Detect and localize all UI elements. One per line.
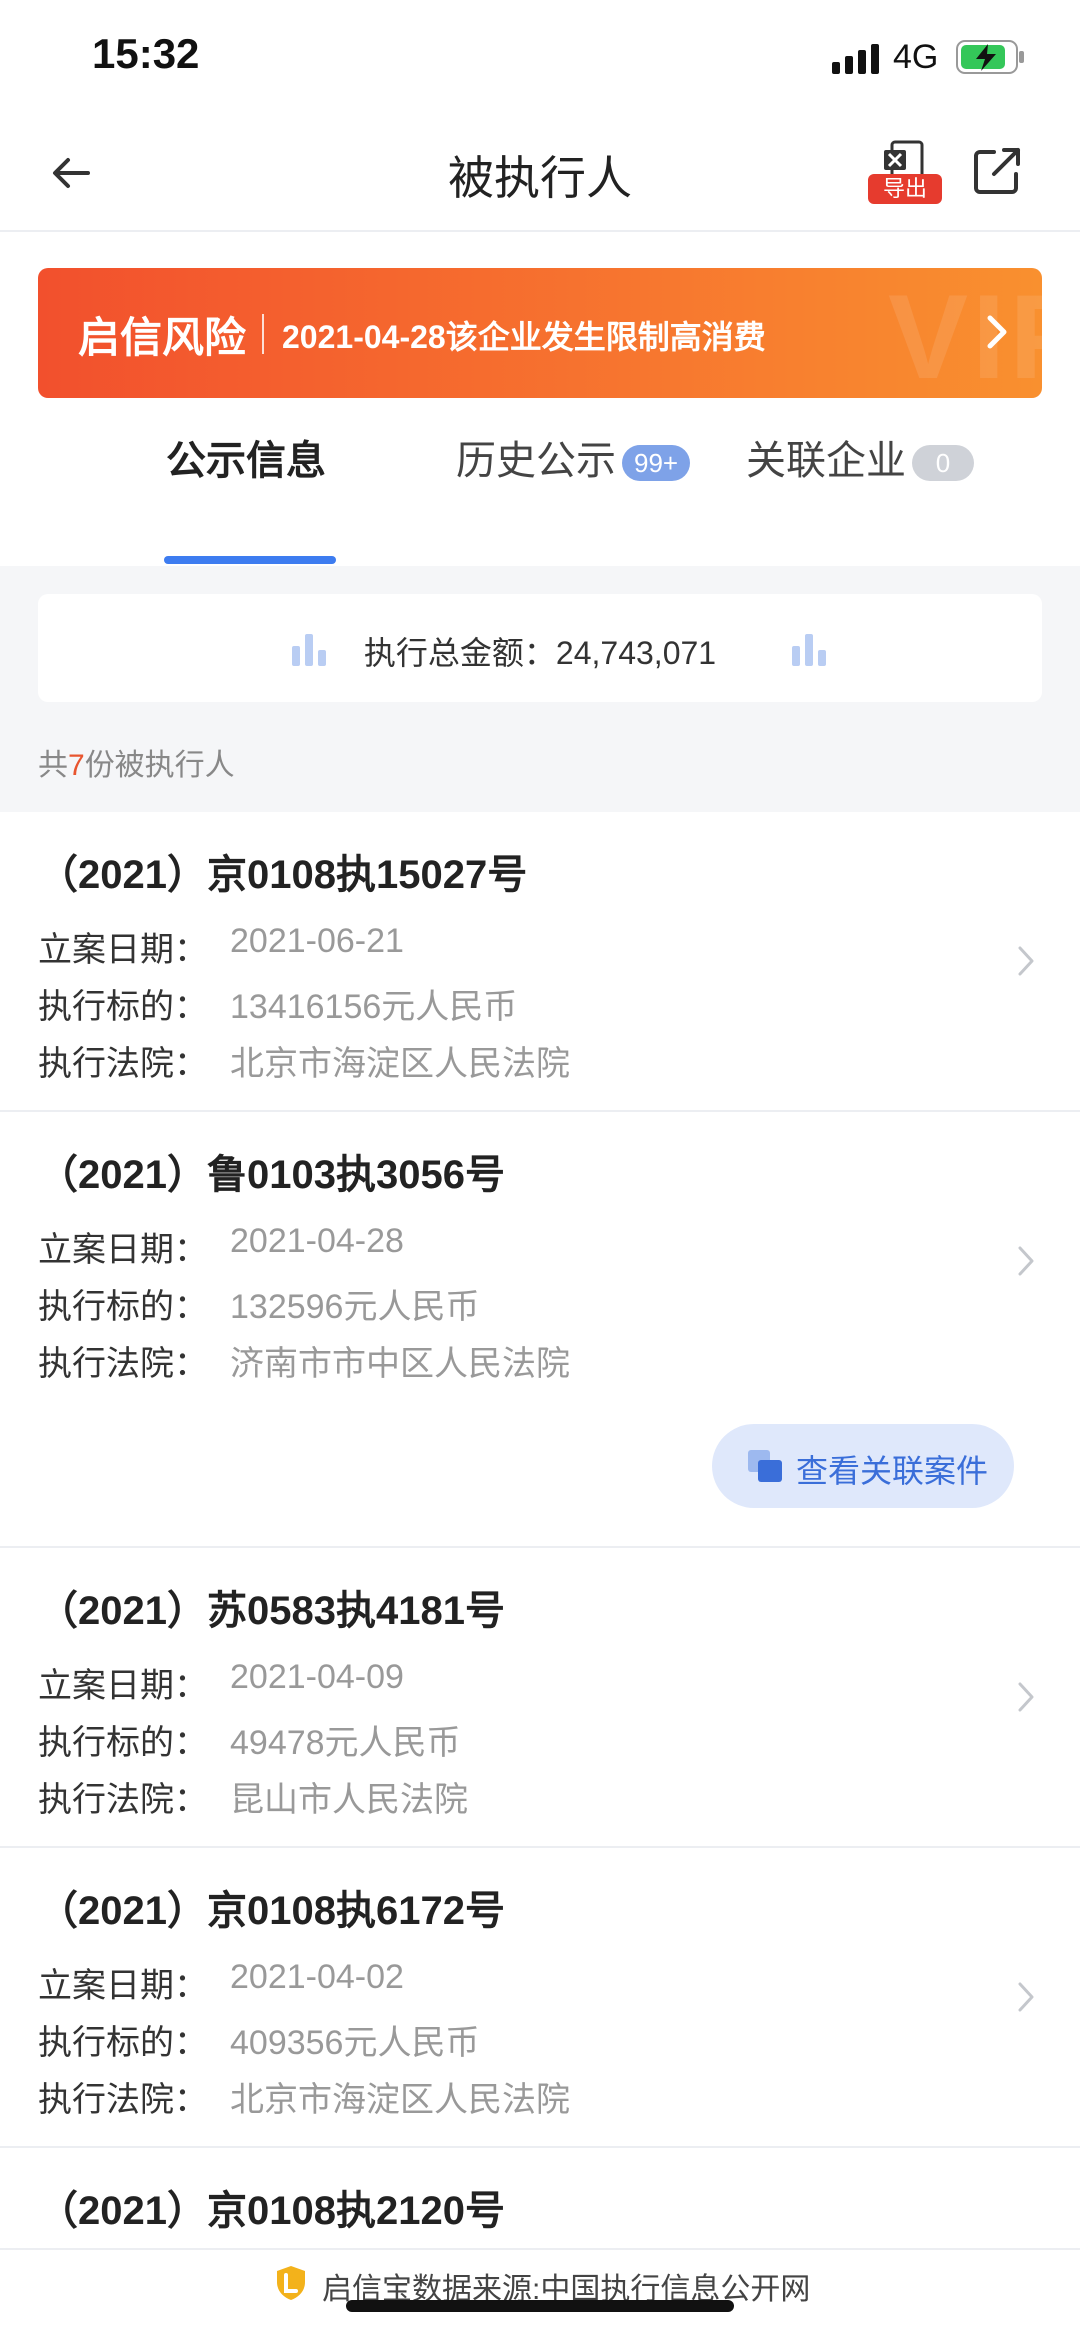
chevron-right-icon [1018, 1982, 1034, 2012]
header-block: VIP 启信风险 2021-04-28该企业发生限制高消费 公示信息 历史公示9… [0, 232, 1080, 566]
case-count-prefix: 共 [38, 749, 68, 782]
case-court: 执行法院： 北京市海淀区人民法院 [38, 2081, 570, 2119]
case-filing-date: 立案日期： 2021-04-02 [38, 1958, 404, 2005]
view-related-cases-label: 查看关联案件 [796, 1453, 989, 1489]
risk-banner[interactable]: VIP 启信风险 2021-04-28该企业发生限制高消费 [38, 268, 1042, 398]
related-cases-icon [748, 1450, 782, 1482]
shield-logo-icon [277, 2266, 305, 2300]
nav-bar: 被执行人 导出 [0, 118, 1080, 232]
case-court: 执行法院： 济南市市中区人民法院 [38, 1345, 570, 1383]
case-item[interactable]: （2021）京0108执6172号 立案日期： 2021-04-02 执行标的： 4… [0, 1848, 1080, 2148]
tab-label: 公示信息 [166, 439, 326, 483]
case-number: （2021）鲁0103执3056号 [38, 1153, 505, 1197]
export-label: 导出 [868, 174, 942, 204]
case-filing-date: 立案日期： 2021-04-09 [38, 1658, 404, 1705]
share-icon[interactable] [970, 144, 1024, 198]
case-item[interactable]: （2021）京0108执2120号 [0, 2148, 1080, 2258]
case-filing-date: 立案日期： 2021-04-28 [38, 1222, 404, 1269]
tab-count-badge: 0 [912, 445, 974, 482]
data-source-footer: 启信宝数据来源:中国执行信息公开网 [0, 2248, 1080, 2339]
chevron-right-icon [987, 315, 1007, 349]
case-list: （2021）京0108执15027号 立案日期： 2021-06-21 执行标的：… [0, 812, 1080, 2258]
total-amount-value: 24,743,071 [555, 635, 717, 671]
network-type: 4G [893, 38, 939, 76]
tab-public-info[interactable]: 公示信息 [166, 428, 326, 486]
total-amount-card: 执行总金额：24,743,071 [38, 594, 1042, 702]
case-count-suffix: 份被执行人 [84, 749, 235, 782]
case-target: 执行标的： 49478元人民币 [38, 1724, 461, 1762]
case-number: （2021）京0108执15027号 [38, 853, 528, 897]
total-amount-text: 执行总金额：24,743,071 [38, 628, 1042, 674]
status-time: 15:32 [92, 30, 200, 77]
case-target: 执行标的： 409356元人民币 [38, 2024, 480, 2062]
case-number: （2021）京0108执2120号 [38, 2189, 505, 2233]
tab-bar: 公示信息 历史公示 99+ 关联企业 0 [0, 428, 1080, 548]
total-amount-label: 执行总金额： [363, 635, 556, 671]
chevron-right-icon [1018, 946, 1034, 976]
banner-watermark: VIP [888, 270, 1042, 398]
case-target: 执行标的： 13416156元人民币 [38, 988, 518, 1026]
case-item[interactable]: （2021）苏0583执4181号 立案日期： 2021-04-09 执行标的： 4… [0, 1548, 1080, 1848]
case-court: 执行法院： 昆山市人民法院 [38, 1781, 468, 1819]
chevron-right-icon [1018, 1682, 1034, 1712]
banner-divider [262, 314, 264, 354]
tab-label: 历史公示 [456, 439, 616, 483]
case-count: 共7份被执行人 [38, 740, 235, 784]
active-tab-indicator [164, 556, 336, 564]
tab-history[interactable]: 历史公示 99+ [456, 428, 691, 486]
banner-message: 2021-04-28该企业发生限制高消费 [282, 319, 766, 355]
signal-icon [832, 44, 879, 74]
tab-label: 关联企业 [746, 439, 906, 483]
case-count-number: 7 [68, 749, 85, 782]
battery-charging-icon [956, 40, 1024, 74]
chevron-right-icon [1018, 1246, 1034, 1276]
banner-brand: 启信风险 [78, 314, 247, 361]
bar-chart-icon [792, 634, 826, 666]
status-bar: 15:32 4G [0, 0, 1080, 118]
case-item[interactable]: （2021）鲁0103执3056号 立案日期： 2021-04-28 执行标的： 1… [0, 1112, 1080, 1548]
home-indicator[interactable] [346, 2300, 734, 2312]
case-court: 执行法院： 北京市海淀区人民法院 [38, 1045, 570, 1083]
case-item[interactable]: （2021）京0108执15027号 立案日期： 2021-06-21 执行标的：… [0, 812, 1080, 1112]
tab-related-companies[interactable]: 关联企业 0 [746, 428, 974, 486]
case-filing-date: 立案日期： 2021-06-21 [38, 922, 404, 969]
tab-count-badge: 99+ [622, 445, 691, 482]
view-related-cases-button[interactable]: 查看关联案件 [712, 1424, 1014, 1508]
case-number: （2021）京0108执6172号 [38, 1889, 505, 1933]
export-button[interactable]: 导出 [868, 140, 944, 206]
case-target: 执行标的： 132596元人民币 [38, 1288, 480, 1326]
case-number: （2021）苏0583执4181号 [38, 1589, 505, 1633]
